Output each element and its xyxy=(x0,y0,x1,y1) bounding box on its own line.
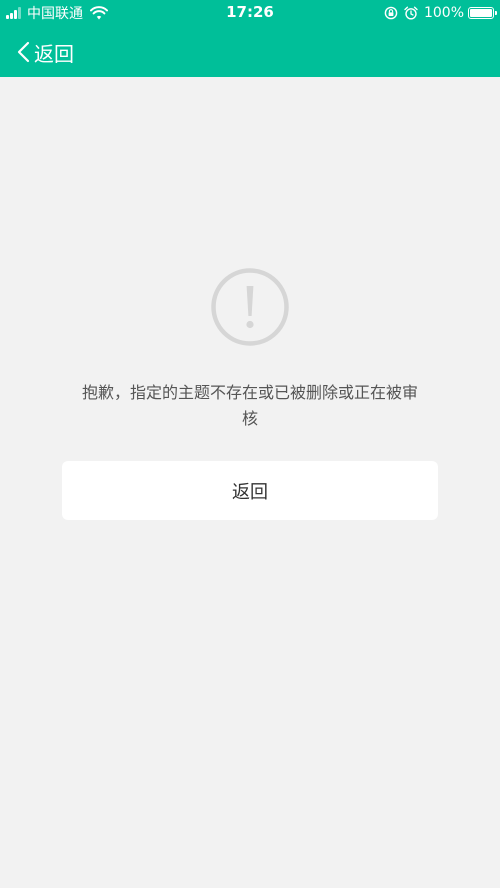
battery-percent: 100% xyxy=(423,5,464,21)
status-right: 100% xyxy=(384,3,497,23)
navigation-bar: 返回 xyxy=(0,26,500,77)
battery-icon xyxy=(468,7,497,19)
back-button[interactable]: 返回 xyxy=(16,37,74,67)
chevron-left-icon xyxy=(17,41,30,63)
return-button-label: 返回 xyxy=(232,481,268,503)
return-button[interactable]: 返回 xyxy=(62,461,438,520)
header: 中国联通 17:26 100% 返回 xyxy=(0,0,500,77)
rotation-lock-icon xyxy=(384,6,398,20)
exclamation-circle-icon xyxy=(211,268,289,346)
app-screen: 中国联通 17:26 100% 返回 抱歉，指定的主题不存在或已被删除或正在被审… xyxy=(0,0,500,888)
main-content: 抱歉，指定的主题不存在或已被删除或正在被审核 返回 xyxy=(0,77,500,888)
error-message: 抱歉，指定的主题不存在或已被删除或正在被审核 xyxy=(81,383,418,428)
alarm-icon xyxy=(404,6,418,20)
back-button-label: 返回 xyxy=(34,41,74,66)
status-bar: 中国联通 17:26 100% xyxy=(0,0,500,26)
